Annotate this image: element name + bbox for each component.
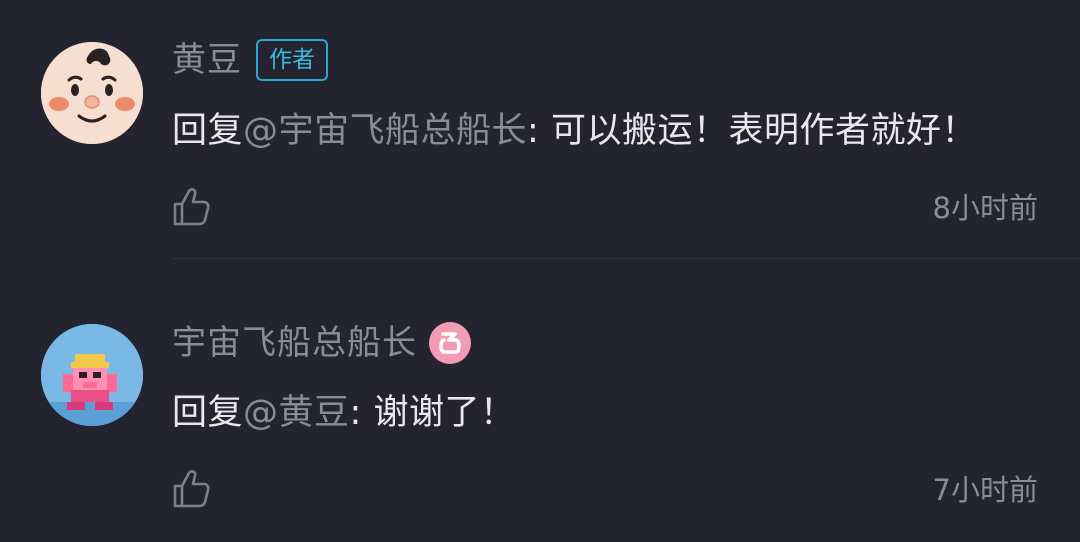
user-avatar[interactable]	[41, 42, 143, 144]
comment-timestamp: 8小时前	[932, 191, 1038, 225]
reply-prefix: 回复	[172, 393, 244, 433]
comment-divider	[172, 258, 1080, 259]
like-button[interactable]	[170, 186, 212, 228]
comment-timestamp: 7小时前	[932, 473, 1038, 507]
comment-item: 宇宙飞船总船长 回复@黄豆: 谢谢了！ 7小时前	[0, 260, 1080, 542]
reply-prefix: 回复	[172, 111, 244, 151]
mention-link[interactable]: @黄豆	[243, 393, 350, 433]
thumbs-up-icon	[173, 188, 210, 226]
emoji-face-avatar-icon	[41, 42, 143, 144]
comment-header: 黄豆 作者	[172, 35, 328, 85]
comment-body: 回复@宇宙飞船总船长: 可以搬运！表明作者就好！	[172, 106, 977, 156]
comment-body: 回复@黄豆: 谢谢了！	[172, 388, 515, 438]
level-badge-icon	[429, 322, 471, 364]
reply-colon: :	[527, 111, 540, 151]
author-badge: 作者	[256, 39, 328, 81]
mention-link[interactable]: @宇宙飞船总船长	[243, 111, 527, 151]
comment-item: 黄豆 作者 回复@宇宙飞船总船长: 可以搬运！表明作者就好！ 8小时前	[0, 0, 1080, 260]
username[interactable]: 宇宙飞船总船长	[172, 318, 417, 368]
comment-thread: 黄豆 作者 回复@宇宙飞船总船长: 可以搬运！表明作者就好！ 8小时前 宇宙飞船…	[0, 0, 1080, 542]
reply-colon: :	[349, 393, 362, 433]
pixel-character-avatar-icon	[41, 324, 143, 426]
comment-text: 谢谢了！	[373, 393, 516, 433]
user-avatar[interactable]	[41, 324, 143, 426]
comment-text: 可以搬运！表明作者就好！	[550, 111, 977, 151]
username[interactable]: 黄豆	[172, 35, 242, 85]
thumbs-up-icon	[173, 470, 210, 508]
comment-header: 宇宙飞船总船长	[172, 318, 471, 368]
like-button[interactable]	[170, 468, 212, 510]
